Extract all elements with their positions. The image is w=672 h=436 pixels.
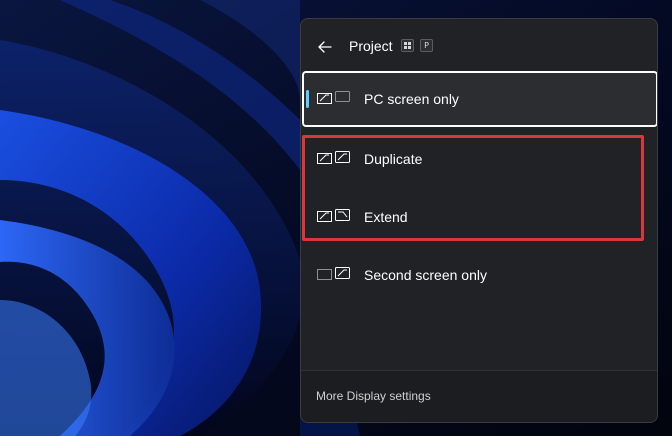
back-arrow-icon — [318, 41, 332, 53]
second-screen-only-icon — [317, 267, 351, 286]
option-label: Duplicate — [364, 151, 423, 167]
option-label: Second screen only — [364, 267, 487, 283]
option-duplicate[interactable]: Duplicate — [302, 131, 657, 187]
option-second-screen-only[interactable]: Second screen only — [302, 247, 657, 303]
windows-key-icon — [401, 39, 414, 52]
flyout-title: Project — [349, 38, 393, 54]
p-key-hint: P — [420, 39, 433, 52]
back-button[interactable] — [313, 35, 337, 59]
option-label: PC screen only — [364, 91, 459, 107]
more-display-settings-link[interactable]: More Display settings — [316, 389, 431, 403]
flyout-footer: More Display settings — [301, 370, 657, 422]
pc-screen-only-icon — [317, 91, 351, 110]
duplicate-icon — [317, 151, 351, 170]
option-pc-screen-only[interactable]: PC screen only — [302, 71, 657, 127]
extend-icon — [317, 209, 351, 228]
option-extend[interactable]: Extend — [302, 189, 657, 245]
project-flyout: Project P PC screen only Duplicate Exten… — [300, 18, 658, 423]
flyout-header: Project P — [301, 19, 657, 75]
selected-indicator — [306, 90, 309, 108]
option-label: Extend — [364, 209, 408, 225]
